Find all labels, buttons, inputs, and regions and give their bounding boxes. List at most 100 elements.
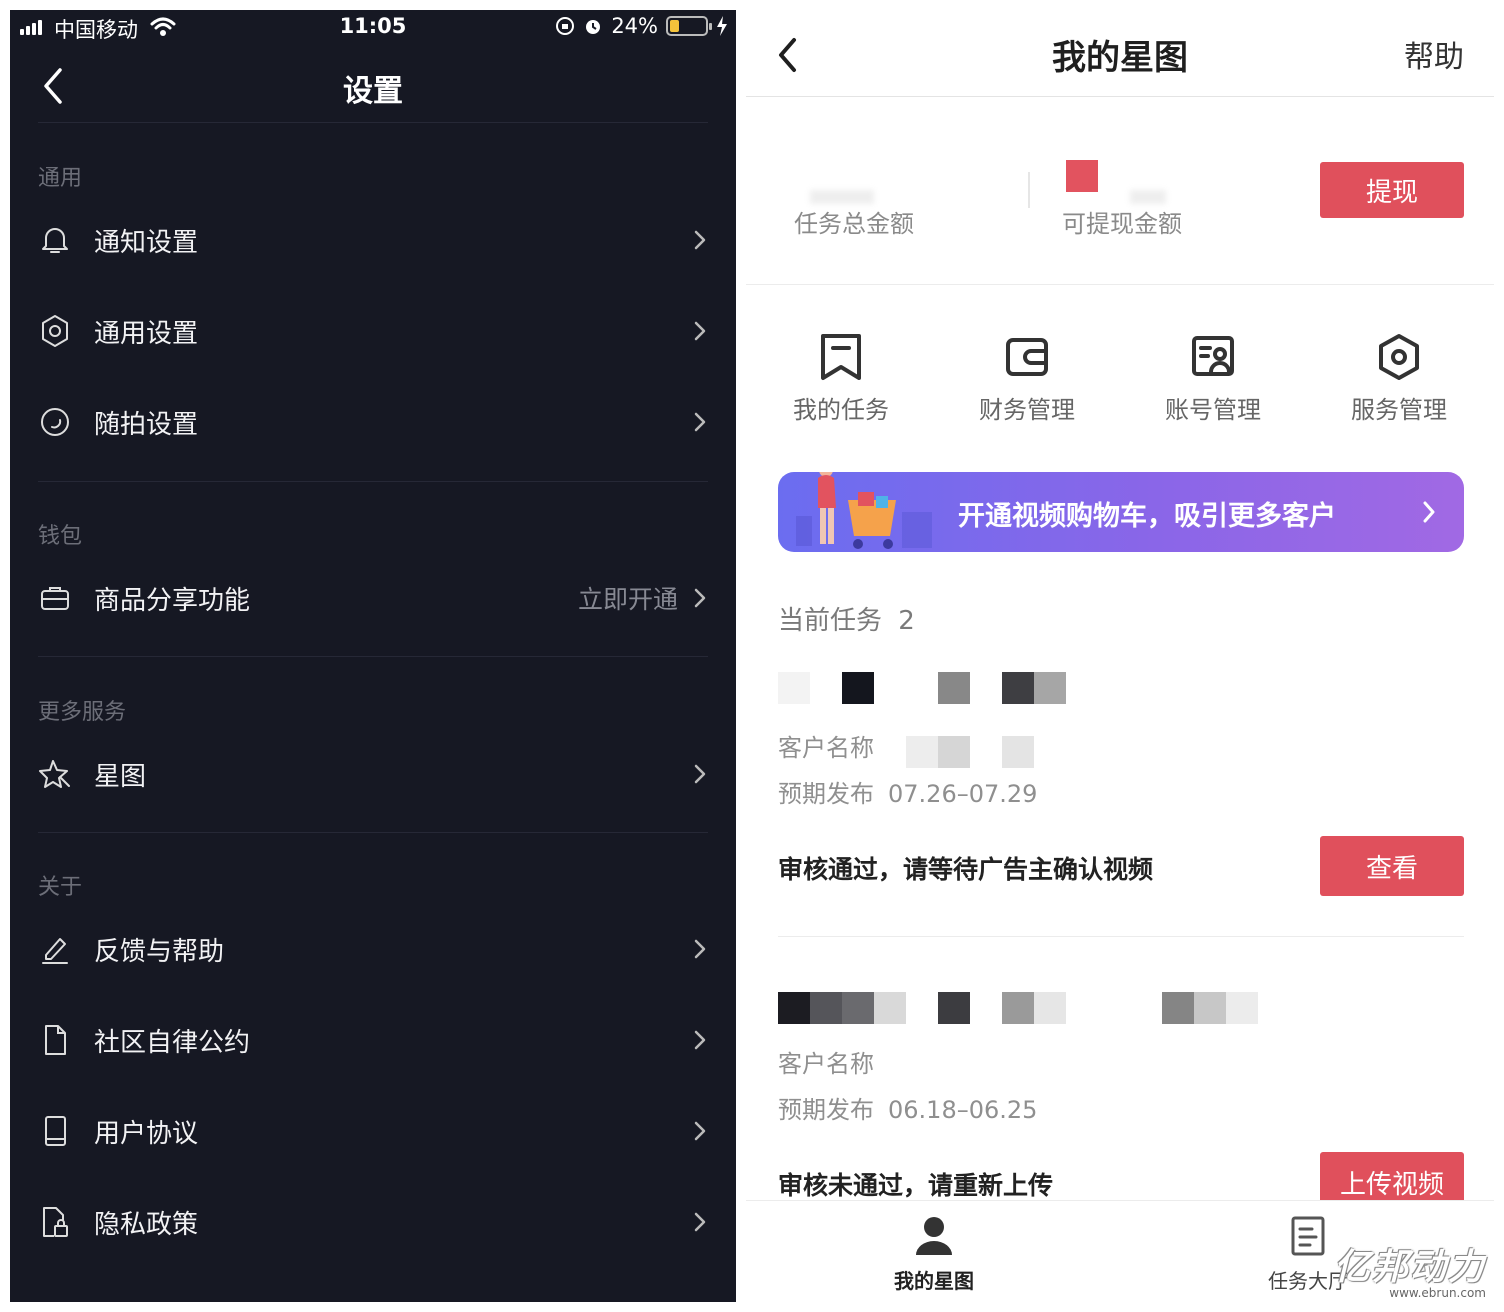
battery-percent: 24%: [611, 14, 658, 38]
page-title: 设置: [343, 74, 403, 109]
settings-item-user-agreement[interactable]: 用户协议: [38, 1101, 708, 1161]
section-header-more-services: 更多服务: [38, 700, 127, 725]
quick-action-label: 服务管理: [1351, 396, 1447, 424]
publish-date-label: 预期发布: [778, 780, 874, 808]
banner-text: 开通视频购物车，吸引更多客户: [958, 501, 1336, 532]
quick-action-service[interactable]: 服务管理: [1306, 332, 1492, 425]
book-icon: [38, 1114, 72, 1148]
settings-item-label: 通知设置: [94, 227, 199, 258]
bottom-tab-bar: 我的星图 任务大厅 亿邦动力 www.ebrun.com: [746, 1200, 1494, 1302]
redacted-task-title: [1226, 992, 1258, 1024]
quick-action-label: 我的任务: [793, 396, 889, 424]
section-header-about: 关于: [38, 875, 83, 900]
watermark-brand: 亿邦动力: [1333, 1247, 1486, 1288]
bell-icon: [38, 223, 72, 257]
settings-item-label: 通用设置: [94, 318, 199, 349]
quick-action-account[interactable]: 账号管理: [1120, 332, 1306, 425]
divider: [746, 284, 1494, 285]
redacted-task-title: [1034, 672, 1066, 704]
document-icon: [38, 1023, 72, 1057]
chevron-right-icon: [694, 1212, 706, 1232]
redacted-client-name: [906, 736, 938, 768]
settings-item-label: 社区自律公约: [94, 1027, 251, 1058]
briefcase-icon: [38, 581, 72, 615]
publish-date-label: 预期发布: [778, 1096, 874, 1124]
divider: [38, 122, 708, 123]
settings-item-feedback[interactable]: 反馈与帮助: [38, 919, 708, 979]
redacted-client-name: [1002, 736, 1034, 768]
chevron-right-icon: [694, 939, 706, 959]
chevron-right-icon: [1423, 501, 1435, 523]
publish-date-value: 07.26–07.29: [888, 780, 1038, 808]
chevron-right-icon: [694, 764, 706, 784]
shopping-cart-banner[interactable]: 开通视频购物车，吸引更多客户: [778, 472, 1464, 552]
redacted-task-title: [842, 672, 874, 704]
divider: [1028, 172, 1030, 208]
redacted-task-title: [938, 992, 970, 1024]
settings-item-label: 用户协议: [94, 1118, 199, 1149]
redacted-task-title: [1002, 672, 1034, 704]
redacted-task-title: [842, 992, 874, 1024]
client-name-row: 客户名称: [778, 728, 874, 763]
settings-item-community-rules[interactable]: 社区自律公约: [38, 1010, 708, 1070]
chevron-right-icon: [694, 321, 706, 341]
redacted-task-title: [874, 992, 906, 1024]
current-tasks-header: 当前任务 2: [778, 600, 915, 637]
quick-action-label: 账号管理: [1165, 396, 1261, 424]
lock-document-icon: [38, 1205, 72, 1239]
settings-item-notifications[interactable]: 通知设置: [38, 210, 708, 270]
quick-action-finance[interactable]: 财务管理: [934, 332, 1120, 425]
settings-screen: 中国移动 11:05 24% 设置 通用 通知设置 通用设置 随拍设置 钱包 商…: [10, 10, 736, 1302]
settings-item-capture[interactable]: 随拍设置: [38, 392, 708, 452]
tab-my-star-chart[interactable]: 我的星图: [854, 1215, 1014, 1294]
wallet-icon: [1006, 338, 1048, 376]
nav-bar: 设置: [10, 54, 736, 124]
withdraw-button[interactable]: 提现: [1320, 162, 1464, 218]
redacted-amount: [1066, 160, 1098, 192]
star-icon: [38, 757, 72, 791]
view-button[interactable]: 查看: [1320, 836, 1464, 896]
settings-item-privacy-policy[interactable]: 隐私政策: [38, 1192, 708, 1252]
total-amount-block: 任务总金额: [794, 204, 914, 239]
shopping-illustration: [796, 472, 932, 549]
divider: [38, 656, 708, 657]
task-status: 审核通过，请等待广告主确认视频: [778, 855, 1154, 884]
settings-item-star-chart[interactable]: 星图: [38, 744, 708, 804]
settings-item-label: 随拍设置: [94, 409, 199, 440]
activate-now-link[interactable]: 立即开通: [578, 580, 678, 616]
section-header-general: 通用: [38, 166, 83, 191]
quick-action-my-tasks[interactable]: 我的任务: [748, 332, 934, 425]
circle-icon: [38, 405, 72, 439]
watermark: 亿邦动力 www.ebrun.com: [1334, 1238, 1486, 1300]
settings-item-product-share[interactable]: 商品分享功能 立即开通: [38, 568, 708, 628]
publish-date-row: 预期发布 07.26–07.29: [778, 774, 1037, 809]
settings-item-label: 星图: [94, 761, 147, 792]
current-tasks-count: 2: [898, 606, 915, 636]
redacted-client-name: [938, 736, 970, 768]
redacted-amount: [810, 190, 874, 204]
rotation-lock-icon: [556, 17, 575, 35]
id-card-icon: [1192, 336, 1234, 376]
settings-item-general[interactable]: 通用设置: [38, 301, 708, 361]
battery-icon: [666, 16, 712, 36]
client-name-row: 客户名称: [778, 1044, 874, 1079]
redacted-task-title: [810, 992, 842, 1024]
redacted-task-title: [778, 672, 810, 704]
settings-item-label: 商品分享功能: [94, 585, 251, 616]
divider: [746, 96, 1494, 97]
task-status: 审核未通过，请重新上传: [778, 1171, 1054, 1200]
publish-date-row: 预期发布 06.18–06.25: [778, 1090, 1037, 1125]
quick-action-label: 财务管理: [979, 396, 1075, 424]
gear-icon: [38, 314, 72, 348]
chevron-right-icon: [694, 230, 706, 250]
chevron-right-icon: [694, 1121, 706, 1141]
redacted-task-title: [938, 672, 970, 704]
settings-item-label: 隐私政策: [94, 1209, 199, 1240]
charging-icon: [717, 16, 727, 36]
pencil-icon: [38, 932, 72, 966]
publish-date-value: 06.18–06.25: [888, 1096, 1038, 1124]
help-link[interactable]: 帮助: [1404, 32, 1464, 76]
settings-item-label: 反馈与帮助: [94, 936, 225, 967]
status-bar: 中国移动 11:05 24%: [10, 10, 736, 46]
divider: [778, 936, 1464, 937]
